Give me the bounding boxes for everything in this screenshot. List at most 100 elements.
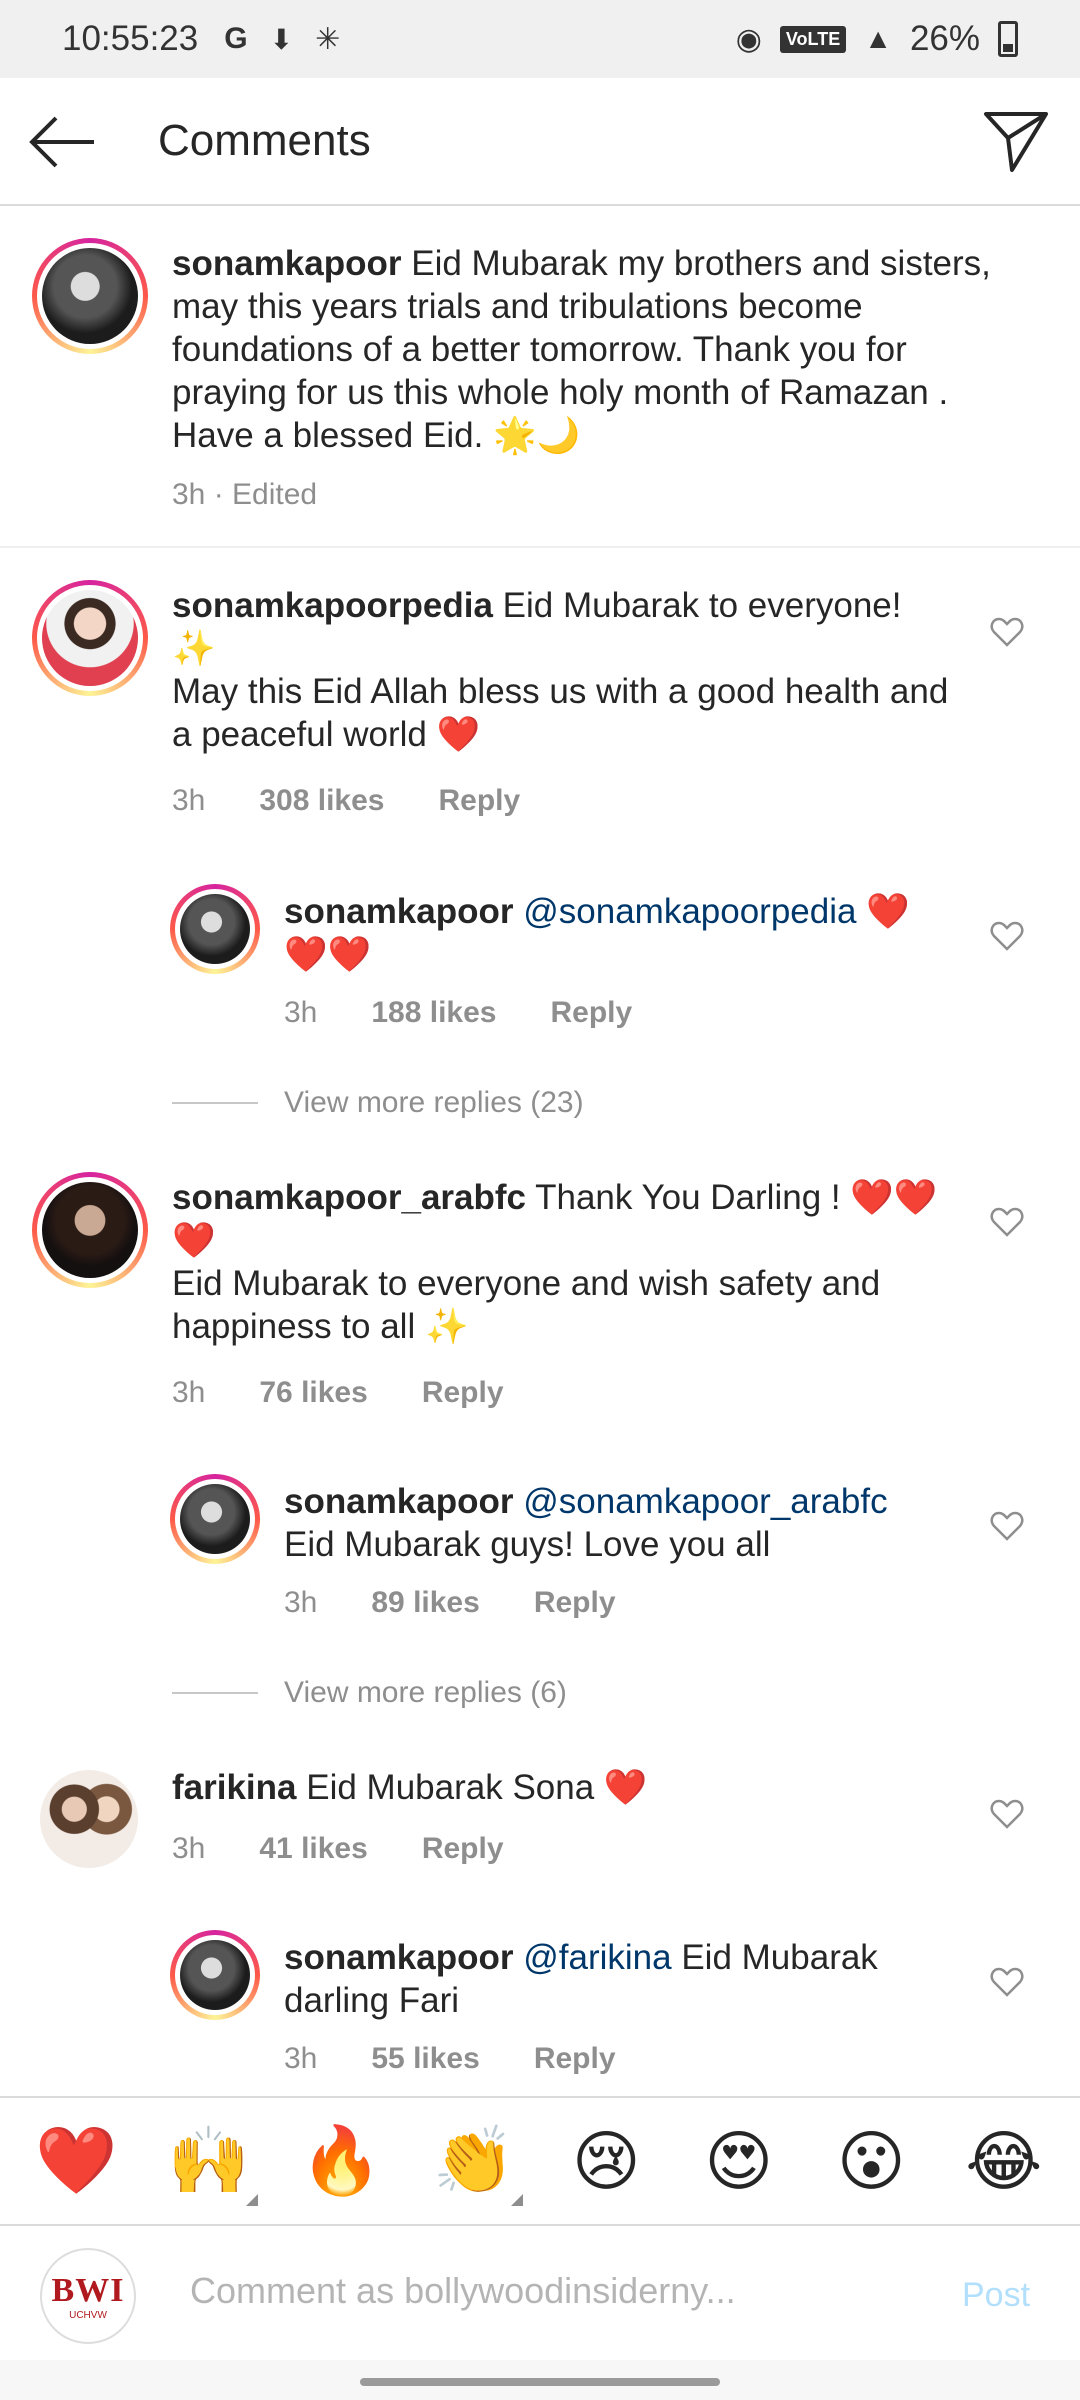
reaction-fire[interactable]: 🔥 xyxy=(296,2122,386,2200)
comment-meta: 3h 41 likes Reply xyxy=(172,1832,504,1866)
comment-username[interactable]: farikina xyxy=(172,1768,297,1807)
like-heart-icon[interactable] xyxy=(990,1206,1024,1238)
reply-button[interactable]: Reply xyxy=(439,784,521,818)
page-title: Comments xyxy=(158,116,371,165)
avatar-logo: BWI xyxy=(51,2271,125,2309)
avatar[interactable] xyxy=(170,1474,260,1564)
share-icon[interactable] xyxy=(982,108,1050,174)
avatar[interactable] xyxy=(170,884,260,974)
like-heart-icon[interactable] xyxy=(990,1966,1024,1998)
comment-input[interactable]: Comment as bollywoodinsiderny... xyxy=(190,2270,736,2312)
divider xyxy=(172,1102,258,1104)
like-heart-icon[interactable] xyxy=(990,1798,1024,1830)
view-more-label[interactable]: View more replies (23) xyxy=(284,1086,584,1120)
comment-username[interactable]: sonamkapoor xyxy=(284,892,514,931)
view-more-label[interactable]: View more replies (6) xyxy=(284,1676,567,1710)
reply-button[interactable]: Reply xyxy=(422,1376,504,1410)
comment-text: sonamkapoor_arabfc Thank You Darling ! ❤… xyxy=(172,1176,972,1348)
caption-text: sonamkapoor Eid Mubarak my brothers and … xyxy=(172,242,1002,457)
volte-badge: VoLTE xyxy=(779,25,847,53)
sync-icon: ✳ xyxy=(315,22,341,56)
status-bar: 10:55:23 G ⬇ ✳ ◉ VoLTE ▲ 26% xyxy=(0,0,1080,78)
comment-meta: 3h 89 likes Reply xyxy=(284,1586,616,1620)
reaction-surprised[interactable]: 😮 xyxy=(826,2123,916,2200)
view-more-replies[interactable]: View more replies (23) xyxy=(172,1086,584,1120)
reply-text: sonamkapoor @sonamkapoor_arabfc Eid Muba… xyxy=(284,1480,964,1566)
comment-likes[interactable]: 76 likes xyxy=(259,1376,367,1410)
like-heart-icon[interactable] xyxy=(990,920,1024,952)
signal-icon: ▲ xyxy=(864,23,892,54)
comment-likes[interactable]: 41 likes xyxy=(259,1832,367,1866)
like-heart-icon[interactable] xyxy=(990,1510,1024,1542)
like-heart-icon[interactable] xyxy=(990,616,1024,648)
reaction-heart[interactable]: ❤️ xyxy=(31,2122,121,2200)
comment-time: 3h xyxy=(284,1586,318,1619)
mention-link[interactable]: @sonamkapoorpedia xyxy=(523,892,856,931)
mention-link[interactable]: @sonamkapoor_arabfc xyxy=(523,1482,887,1521)
comment-body: Eid Mubarak to everyone! xyxy=(502,586,902,625)
reply-text: sonamkapoor @farikina Eid Mubarak darlin… xyxy=(284,1936,964,2022)
clap-icon: 👏 xyxy=(432,2123,515,2197)
avatar[interactable] xyxy=(32,1172,148,1288)
avatar[interactable] xyxy=(170,1930,260,2020)
comment-body: Eid Mubarak Sona ❤️ xyxy=(306,1768,648,1807)
comment-username[interactable]: sonamkapoorpedia xyxy=(172,586,493,625)
comment-likes[interactable]: 89 likes xyxy=(371,1586,479,1620)
comment-body: May this Eid Allah bless us with a good … xyxy=(172,672,949,754)
comment-meta: 3h 55 likes Reply xyxy=(284,2042,616,2076)
comment-likes[interactable]: 308 likes xyxy=(259,784,384,818)
comment-time: 3h xyxy=(172,784,206,817)
quick-reactions-bar: ❤️ 🙌 🔥 👏 😢 😍 😮 😂 xyxy=(0,2096,1080,2224)
caption-meta: 3h · Edited xyxy=(172,478,317,512)
comment-body: Eid Mubarak guys! Love you all xyxy=(284,1525,771,1564)
reply-button[interactable]: Reply xyxy=(534,1586,616,1620)
hotspot-icon: ◉ xyxy=(735,22,762,56)
comment-body: ❤️ xyxy=(172,1221,216,1260)
comment-meta: 3h 188 likes Reply xyxy=(284,996,632,1030)
header: Comments xyxy=(0,78,1080,206)
comment-time: 3h xyxy=(284,996,318,1029)
caption-time: 3h · Edited xyxy=(172,478,318,511)
reply-button[interactable]: Reply xyxy=(551,996,633,1030)
reaction-raised-hands[interactable]: 🙌 xyxy=(164,2122,258,2206)
comment-body: darling Fari xyxy=(284,1981,460,2020)
home-gesture-pill[interactable] xyxy=(360,2378,720,2386)
comment-username[interactable]: sonamkapoor xyxy=(284,1482,514,1521)
back-arrow-icon[interactable] xyxy=(28,112,98,172)
comment-time: 3h xyxy=(172,1376,206,1409)
avatar[interactable] xyxy=(32,580,148,696)
mention-link[interactable]: @farikina xyxy=(523,1938,671,1977)
avatar[interactable] xyxy=(32,238,148,354)
comment-body: Thank You Darling ! ❤️❤️ xyxy=(535,1178,938,1217)
reaction-clap[interactable]: 👏 xyxy=(429,2122,523,2206)
post-button[interactable]: Post xyxy=(962,2276,1030,2315)
current-user-avatar: BWI UCHVW xyxy=(40,2248,136,2344)
view-more-replies[interactable]: View more replies (6) xyxy=(172,1676,567,1710)
avatar[interactable] xyxy=(40,1770,138,1868)
system-nav-bar xyxy=(0,2360,1080,2400)
comment-likes[interactable]: 55 likes xyxy=(371,2042,479,2076)
comment-body: Eid Mubarak to everyone and wish safety … xyxy=(172,1264,881,1346)
comment-time: 3h xyxy=(284,2042,318,2075)
divider xyxy=(172,1692,258,1694)
reply-button[interactable]: Reply xyxy=(422,1832,504,1866)
comment-likes[interactable]: 188 likes xyxy=(371,996,496,1030)
battery-icon xyxy=(998,21,1018,57)
comment-username[interactable]: sonamkapoor_arabfc xyxy=(172,1178,526,1217)
battery-percent: 26% xyxy=(909,19,980,58)
post-caption: sonamkapoor Eid Mubarak my brothers and … xyxy=(0,208,1080,548)
comment-meta: 3h 76 likes Reply xyxy=(172,1376,504,1410)
reaction-laughing[interactable]: 😂 xyxy=(959,2123,1049,2200)
comment-text: sonamkapoorpedia Eid Mubarak to everyone… xyxy=(172,584,952,756)
reaction-heart-eyes[interactable]: 😍 xyxy=(694,2123,784,2200)
comment-body: ✨ xyxy=(172,629,216,668)
comment-body: ❤️ xyxy=(866,892,910,931)
raised-hands-icon: 🙌 xyxy=(167,2123,250,2197)
reaction-crying[interactable]: 😢 xyxy=(561,2123,651,2200)
caption-username[interactable]: sonamkapoor xyxy=(172,244,402,283)
comment-time: 3h xyxy=(172,1832,206,1865)
download-icon: ⬇ xyxy=(269,23,294,55)
reply-button[interactable]: Reply xyxy=(534,2042,616,2076)
reply-text: sonamkapoor @sonamkapoorpedia ❤️ ❤️❤️ xyxy=(284,890,964,976)
comment-username[interactable]: sonamkapoor xyxy=(284,1938,514,1977)
